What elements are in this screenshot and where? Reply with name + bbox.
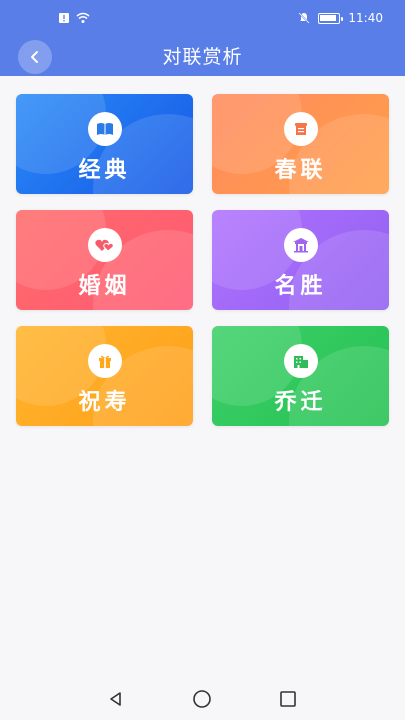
temple-icon — [283, 228, 318, 262]
category-card-longevity[interactable]: 祝寿 — [16, 326, 193, 426]
hearts-icon — [87, 228, 122, 262]
book-icon — [87, 112, 122, 146]
card-label: 经典 — [78, 158, 131, 183]
nav-recents-button[interactable] — [277, 688, 299, 710]
silent-icon — [298, 12, 310, 24]
category-card-scenic[interactable]: 名胜 — [212, 210, 389, 310]
category-card-classic[interactable]: 经典 — [16, 94, 193, 194]
triangle-back-icon — [110, 692, 121, 706]
scroll-icon — [283, 112, 318, 146]
category-card-marriage[interactable]: 婚姻 — [16, 210, 193, 310]
wifi-icon — [76, 12, 90, 23]
battery-icon — [318, 12, 344, 24]
app-header: 11:40 对联赏析 — [0, 0, 405, 76]
building-icon — [283, 344, 318, 378]
category-grid: 经典 春联 婚姻 名胜 祝寿 乔迁 — [16, 94, 389, 426]
square-recents-icon — [280, 691, 296, 707]
category-card-housewarming[interactable]: 乔迁 — [212, 326, 389, 426]
nav-bar: 对联赏析 — [0, 34, 405, 76]
status-time: 11:40 — [348, 11, 383, 25]
system-nav-bar — [0, 678, 405, 720]
alert-icon — [59, 13, 69, 23]
card-label: 春联 — [274, 158, 327, 183]
card-label: 婚姻 — [78, 274, 131, 299]
category-card-spring[interactable]: 春联 — [212, 94, 389, 194]
page-title: 对联赏析 — [162, 46, 243, 68]
card-label: 名胜 — [274, 274, 327, 299]
card-label: 乔迁 — [274, 390, 327, 415]
card-label: 祝寿 — [78, 390, 131, 415]
status-bar: 11:40 — [0, 0, 405, 34]
nav-home-button[interactable] — [191, 688, 213, 710]
circle-home-icon — [193, 690, 211, 708]
nav-back-button[interactable] — [105, 688, 127, 710]
gift-icon — [87, 344, 122, 378]
